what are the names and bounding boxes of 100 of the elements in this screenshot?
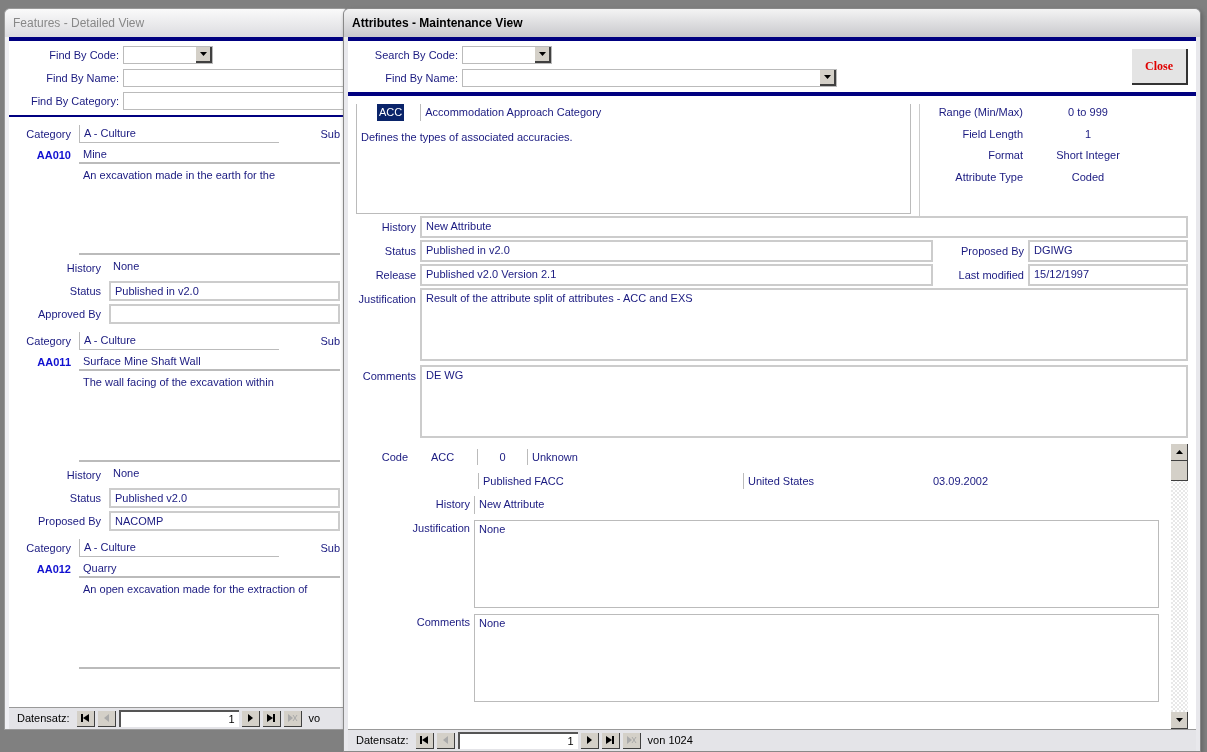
first-record-icon xyxy=(79,713,91,723)
filter-field[interactable] xyxy=(123,69,344,87)
value-number[interactable]: 0 xyxy=(478,448,528,466)
property-value: 0 to 999 xyxy=(1067,105,1109,120)
first-record-button[interactable] xyxy=(415,732,434,749)
field-label: Proposed By xyxy=(960,244,1025,259)
text-field[interactable]: New Attribute xyxy=(474,496,1159,514)
value-date[interactable]: 03.09.2002 xyxy=(933,472,989,490)
field-label: Category xyxy=(25,333,71,349)
prev-record-button[interactable] xyxy=(436,732,455,749)
field-label: History xyxy=(65,260,101,276)
first-record-button[interactable] xyxy=(76,710,95,727)
property-label: Range (Min/Max) xyxy=(937,105,1023,120)
field-label: Status xyxy=(68,283,101,299)
text-field[interactable]: Published v2.0 xyxy=(109,488,340,508)
filter-label: Find By Name: xyxy=(384,70,458,86)
property-label: Format xyxy=(987,148,1023,163)
filter-label: Search By Code: xyxy=(373,47,458,63)
value-country[interactable]: United States xyxy=(743,472,933,490)
record-count: von 1024 xyxy=(647,733,693,749)
field-label: Code xyxy=(380,449,408,465)
feature-name-field[interactable]: Quarry xyxy=(79,560,340,578)
field-label: Justification xyxy=(357,292,417,307)
attribute-name[interactable]: Accommodation Approach Category xyxy=(420,104,602,121)
text-field[interactable] xyxy=(109,304,340,324)
field-label: Category xyxy=(25,540,71,556)
new-record-icon xyxy=(625,735,637,745)
field-label: Comments xyxy=(361,369,417,384)
window-title: Attributes - Maintenance View xyxy=(352,15,523,32)
field-label: Approved By xyxy=(37,306,101,322)
filter-dropdown[interactable] xyxy=(123,46,213,64)
field-label: Last modified xyxy=(957,268,1025,283)
scroll-up-icon xyxy=(1175,450,1183,454)
prev-record-button[interactable] xyxy=(97,710,116,727)
record-number-field[interactable]: 1 xyxy=(457,732,578,749)
description-field[interactable]: The wall facing of the excavation within xyxy=(79,374,340,462)
property-value: Short Integer xyxy=(1055,148,1121,163)
text-field[interactable]: Published v2.0 Version 2.1 xyxy=(420,264,933,286)
text-field[interactable]: New Attribute xyxy=(420,216,1188,238)
category-field[interactable]: A - Culture xyxy=(79,125,279,143)
field-label: Release xyxy=(374,268,417,283)
feature-code: AA011 xyxy=(36,354,71,370)
filter-field[interactable] xyxy=(123,92,344,110)
dropdown-button[interactable] xyxy=(196,47,212,63)
text-field[interactable]: 15/12/1997 xyxy=(1028,264,1188,286)
field-label: History xyxy=(380,220,417,235)
feature-name-field[interactable]: Surface Mine Shaft Wall xyxy=(79,353,340,371)
text-field[interactable]: Published in v2.0 xyxy=(109,281,340,301)
text-field[interactable]: DGIWG xyxy=(1028,240,1188,262)
last-record-icon xyxy=(604,735,616,745)
record-count: vo xyxy=(308,711,321,727)
field-label: Comments xyxy=(415,615,471,630)
new-record-button[interactable] xyxy=(622,732,641,749)
close-button[interactable]: Close xyxy=(1132,48,1188,85)
record-number-field[interactable]: 1 xyxy=(118,710,239,727)
feature-code: AA010 xyxy=(35,147,71,163)
text-field[interactable]: None xyxy=(474,614,1159,702)
text-field[interactable]: None xyxy=(474,520,1159,608)
dropdown-button[interactable] xyxy=(820,70,836,86)
filter-label: Find By Category: xyxy=(29,93,119,109)
first-record-icon xyxy=(418,735,430,745)
value-status[interactable]: Published FACC xyxy=(478,472,743,490)
text-field[interactable]: None xyxy=(109,465,340,485)
field-label: Sub xyxy=(320,333,340,349)
last-record-button[interactable] xyxy=(262,710,281,727)
next-record-button[interactable] xyxy=(241,710,260,727)
field-label: Sub xyxy=(320,540,340,556)
value-meaning[interactable]: Unknown xyxy=(528,448,578,466)
category-field[interactable]: A - Culture xyxy=(79,539,279,557)
property-value: Coded xyxy=(1070,169,1106,185)
text-field[interactable]: None xyxy=(109,258,340,278)
text-field[interactable]: DE WG xyxy=(420,365,1188,438)
description-field[interactable]: An excavation made in the earth for the xyxy=(79,167,340,255)
text-field[interactable]: NACOMP xyxy=(109,511,340,531)
record-label: Datensatz: xyxy=(356,733,409,749)
scroll-down-button[interactable] xyxy=(1171,712,1188,729)
feature-name-field[interactable]: Mine xyxy=(79,146,340,164)
attribute-description[interactable]: Defines the types of associated accuracies. xyxy=(361,128,906,145)
description-field[interactable]: An open excavation made for the extraction of xyxy=(79,581,340,669)
last-record-button[interactable] xyxy=(601,732,620,749)
filter-dropdown[interactable] xyxy=(462,46,552,64)
scroll-up-button[interactable] xyxy=(1171,444,1188,461)
text-field[interactable]: Result of the attribute split of attributes - ACC and EXS xyxy=(420,288,1188,361)
field-label: Justification xyxy=(411,521,471,536)
value-code[interactable]: ACC xyxy=(408,448,478,466)
last-record-icon xyxy=(265,713,277,723)
category-field[interactable]: A - Culture xyxy=(79,332,279,350)
field-label: Category xyxy=(25,126,71,142)
attribute-code[interactable]: ACC xyxy=(377,104,405,121)
dropdown-arrow-icon xyxy=(538,52,546,56)
scrollbar[interactable] xyxy=(1171,444,1188,729)
record-label: Datensatz: xyxy=(17,711,70,727)
new-record-button[interactable] xyxy=(283,710,302,727)
field-label: History xyxy=(65,467,101,483)
scroll-thumb[interactable] xyxy=(1171,461,1188,481)
next-record-button[interactable] xyxy=(580,732,599,749)
filter-label: Find By Code: xyxy=(48,47,119,63)
field-label: History xyxy=(434,497,471,512)
text-field[interactable]: Published in v2.0 xyxy=(420,240,933,262)
dropdown-button[interactable] xyxy=(535,47,551,63)
